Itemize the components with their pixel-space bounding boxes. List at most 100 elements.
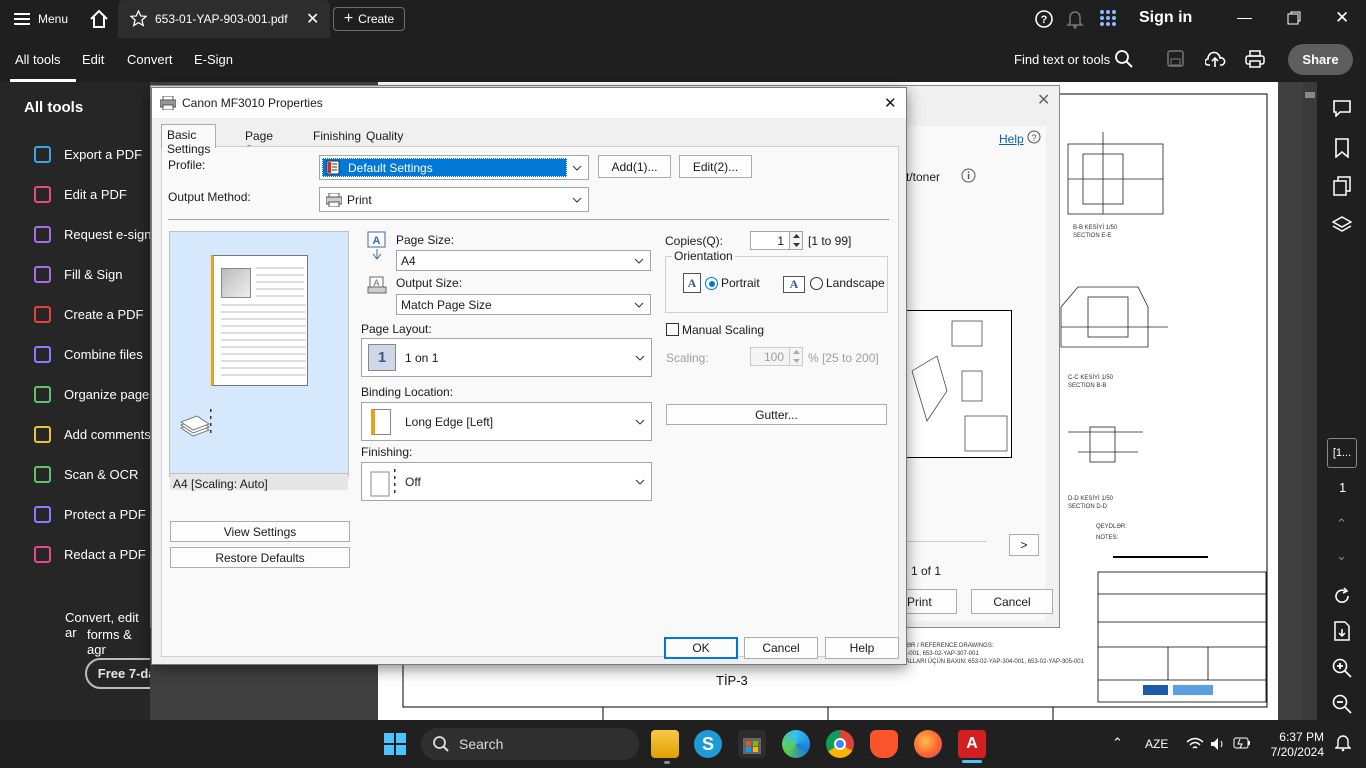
finishing-select[interactable]: Off bbox=[361, 462, 652, 501]
menu-esign[interactable]: E-Sign bbox=[194, 52, 233, 67]
wifi-icon[interactable] bbox=[1186, 737, 1204, 751]
zoom-out-icon[interactable] bbox=[1332, 694, 1352, 714]
clock-date[interactable]: 7/20/2024 bbox=[1262, 745, 1324, 759]
input-language[interactable]: AZE bbox=[1145, 737, 1168, 751]
tab-finishing[interactable]: Finishing bbox=[308, 126, 366, 147]
cancel-button[interactable]: Cancel bbox=[744, 637, 818, 659]
binding-location-select[interactable]: Long Edge [Left] bbox=[361, 402, 652, 441]
copies-value[interactable]: 1 bbox=[777, 234, 784, 248]
microsoft-store-icon[interactable] bbox=[738, 730, 766, 758]
system-tray-chevron-icon[interactable]: ⌃ bbox=[1112, 735, 1123, 751]
notification-center-icon[interactable] bbox=[1335, 734, 1351, 752]
print-button[interactable]: Print bbox=[906, 589, 957, 614]
tool-item[interactable]: Edit a PDF bbox=[34, 186, 127, 203]
tab-basic-settings[interactable]: Basic Settings bbox=[161, 124, 217, 156]
view-settings-button[interactable]: View Settings bbox=[170, 521, 350, 542]
tool-item[interactable]: Create a PDF bbox=[34, 306, 143, 323]
dialog-close-icon[interactable]: ✕ bbox=[884, 94, 897, 112]
print-help-link[interactable]: Help bbox=[999, 132, 1024, 146]
tool-item[interactable]: Organize pages bbox=[34, 386, 156, 403]
tab-page-setup[interactable]: Page Setup bbox=[240, 126, 281, 157]
output-method-select[interactable]: Print bbox=[319, 187, 589, 212]
taskbar-search[interactable]: Search bbox=[421, 728, 639, 760]
portrait-label[interactable]: Portrait bbox=[721, 276, 760, 290]
help-button[interactable]: Help bbox=[825, 637, 899, 659]
close-tab-icon[interactable]: ✕ bbox=[306, 9, 319, 29]
menu-convert[interactable]: Convert bbox=[127, 52, 173, 67]
tool-item[interactable]: Scan & OCR bbox=[34, 466, 138, 483]
restore-defaults-button[interactable]: Restore Defaults bbox=[170, 547, 350, 568]
page-size-select[interactable]: A4 bbox=[396, 250, 651, 271]
close-window-icon[interactable]: ✕ bbox=[1335, 8, 1349, 28]
copies-spinner[interactable]: 1 bbox=[750, 231, 803, 250]
copies-spinner-arrows[interactable] bbox=[789, 232, 802, 249]
acrobat-icon[interactable]: A bbox=[958, 730, 986, 758]
tab-quality[interactable]: Quality bbox=[361, 126, 408, 147]
ok-button[interactable]: OK bbox=[664, 637, 738, 659]
help-icon[interactable]: ? bbox=[1035, 10, 1053, 28]
manual-scaling-label[interactable]: Manual Scaling bbox=[682, 323, 764, 337]
scaling-spinner[interactable]: 100 bbox=[750, 347, 803, 366]
skype-icon[interactable]: S bbox=[694, 730, 722, 758]
tab-title[interactable]: 653-01-YAP-903-001.pdf bbox=[155, 12, 288, 26]
tool-item[interactable]: Add comments bbox=[34, 426, 151, 443]
extract-page-icon[interactable] bbox=[1333, 621, 1351, 641]
hamburger-menu-icon[interactable] bbox=[14, 12, 30, 26]
chrome-icon[interactable] bbox=[826, 730, 854, 758]
firefox-icon[interactable] bbox=[914, 730, 942, 758]
page-up-icon[interactable]: ⌃ bbox=[1336, 516, 1347, 532]
print-dialog-close-icon[interactable]: ✕ bbox=[1037, 90, 1050, 110]
landscape-radio[interactable] bbox=[810, 277, 823, 290]
battery-icon[interactable] bbox=[1233, 737, 1251, 750]
volume-icon[interactable] bbox=[1210, 737, 1226, 751]
next-page-button[interactable]: > bbox=[1009, 534, 1039, 556]
tool-item[interactable]: Request e-signa bbox=[34, 226, 159, 243]
gutter-button[interactable]: Gutter... bbox=[666, 404, 887, 425]
search-icon[interactable] bbox=[1115, 50, 1133, 68]
menu-label[interactable]: Menu bbox=[38, 12, 68, 26]
page-down-icon[interactable]: ⌄ bbox=[1336, 548, 1347, 564]
scaling-spinner-arrows[interactable] bbox=[789, 348, 802, 365]
bookmark-icon[interactable] bbox=[1333, 138, 1351, 158]
share-button[interactable]: Share bbox=[1288, 44, 1353, 75]
tool-item[interactable]: Combine files bbox=[34, 346, 143, 363]
print-help-icon[interactable]: ? bbox=[1027, 130, 1041, 144]
sign-in-button[interactable]: Sign in bbox=[1139, 9, 1192, 27]
apps-grid-icon[interactable] bbox=[1099, 9, 1117, 27]
tool-item[interactable]: Redact a PDF bbox=[34, 546, 146, 563]
tool-item[interactable]: Export a PDF bbox=[34, 146, 142, 163]
document-tab[interactable]: 653-01-YAP-903-001.pdf ✕ bbox=[118, 0, 330, 38]
find-text-tools[interactable]: Find text or tools bbox=[1014, 52, 1110, 67]
comment-icon[interactable] bbox=[1332, 99, 1352, 117]
profile-select[interactable]: Default Settings bbox=[319, 155, 589, 180]
rotate-icon[interactable] bbox=[1333, 587, 1351, 605]
doc-scrollbar[interactable] bbox=[1303, 82, 1317, 720]
save-icon[interactable] bbox=[1167, 50, 1184, 67]
manual-scaling-checkbox[interactable] bbox=[666, 323, 679, 336]
tool-item[interactable]: Fill & Sign bbox=[34, 266, 123, 283]
landscape-label[interactable]: Landscape bbox=[826, 276, 885, 290]
home-icon[interactable] bbox=[89, 9, 109, 29]
scroll-thumb[interactable] bbox=[1305, 92, 1315, 98]
menu-edit[interactable]: Edit bbox=[82, 52, 104, 67]
zoom-in-icon[interactable] bbox=[1332, 658, 1352, 678]
page-layout-select[interactable]: 1 1 on 1 bbox=[361, 338, 652, 377]
star-icon[interactable] bbox=[130, 10, 147, 27]
print-icon[interactable] bbox=[1245, 50, 1265, 68]
restore-window-icon[interactable] bbox=[1287, 11, 1301, 25]
edit-profile-button[interactable]: Edit(2)... bbox=[679, 155, 752, 178]
file-explorer-icon[interactable] bbox=[651, 730, 679, 758]
windows-start-icon[interactable] bbox=[384, 733, 406, 755]
notification-bell-icon[interactable] bbox=[1066, 9, 1084, 29]
clock-time[interactable]: 6:37 PM bbox=[1279, 730, 1324, 744]
layers-icon[interactable] bbox=[1332, 215, 1352, 235]
brave-icon[interactable] bbox=[870, 730, 898, 758]
tool-item[interactable]: Protect a PDF bbox=[34, 506, 146, 523]
pages-icon[interactable] bbox=[1333, 176, 1351, 196]
create-button[interactable]: + Create bbox=[333, 7, 405, 31]
menu-all-tools[interactable]: All tools bbox=[15, 52, 61, 67]
output-size-select[interactable]: Match Page Size bbox=[396, 294, 651, 315]
portrait-radio[interactable] bbox=[705, 277, 718, 290]
scaling-value[interactable]: 100 bbox=[764, 350, 784, 364]
minimize-icon[interactable] bbox=[1237, 18, 1252, 19]
